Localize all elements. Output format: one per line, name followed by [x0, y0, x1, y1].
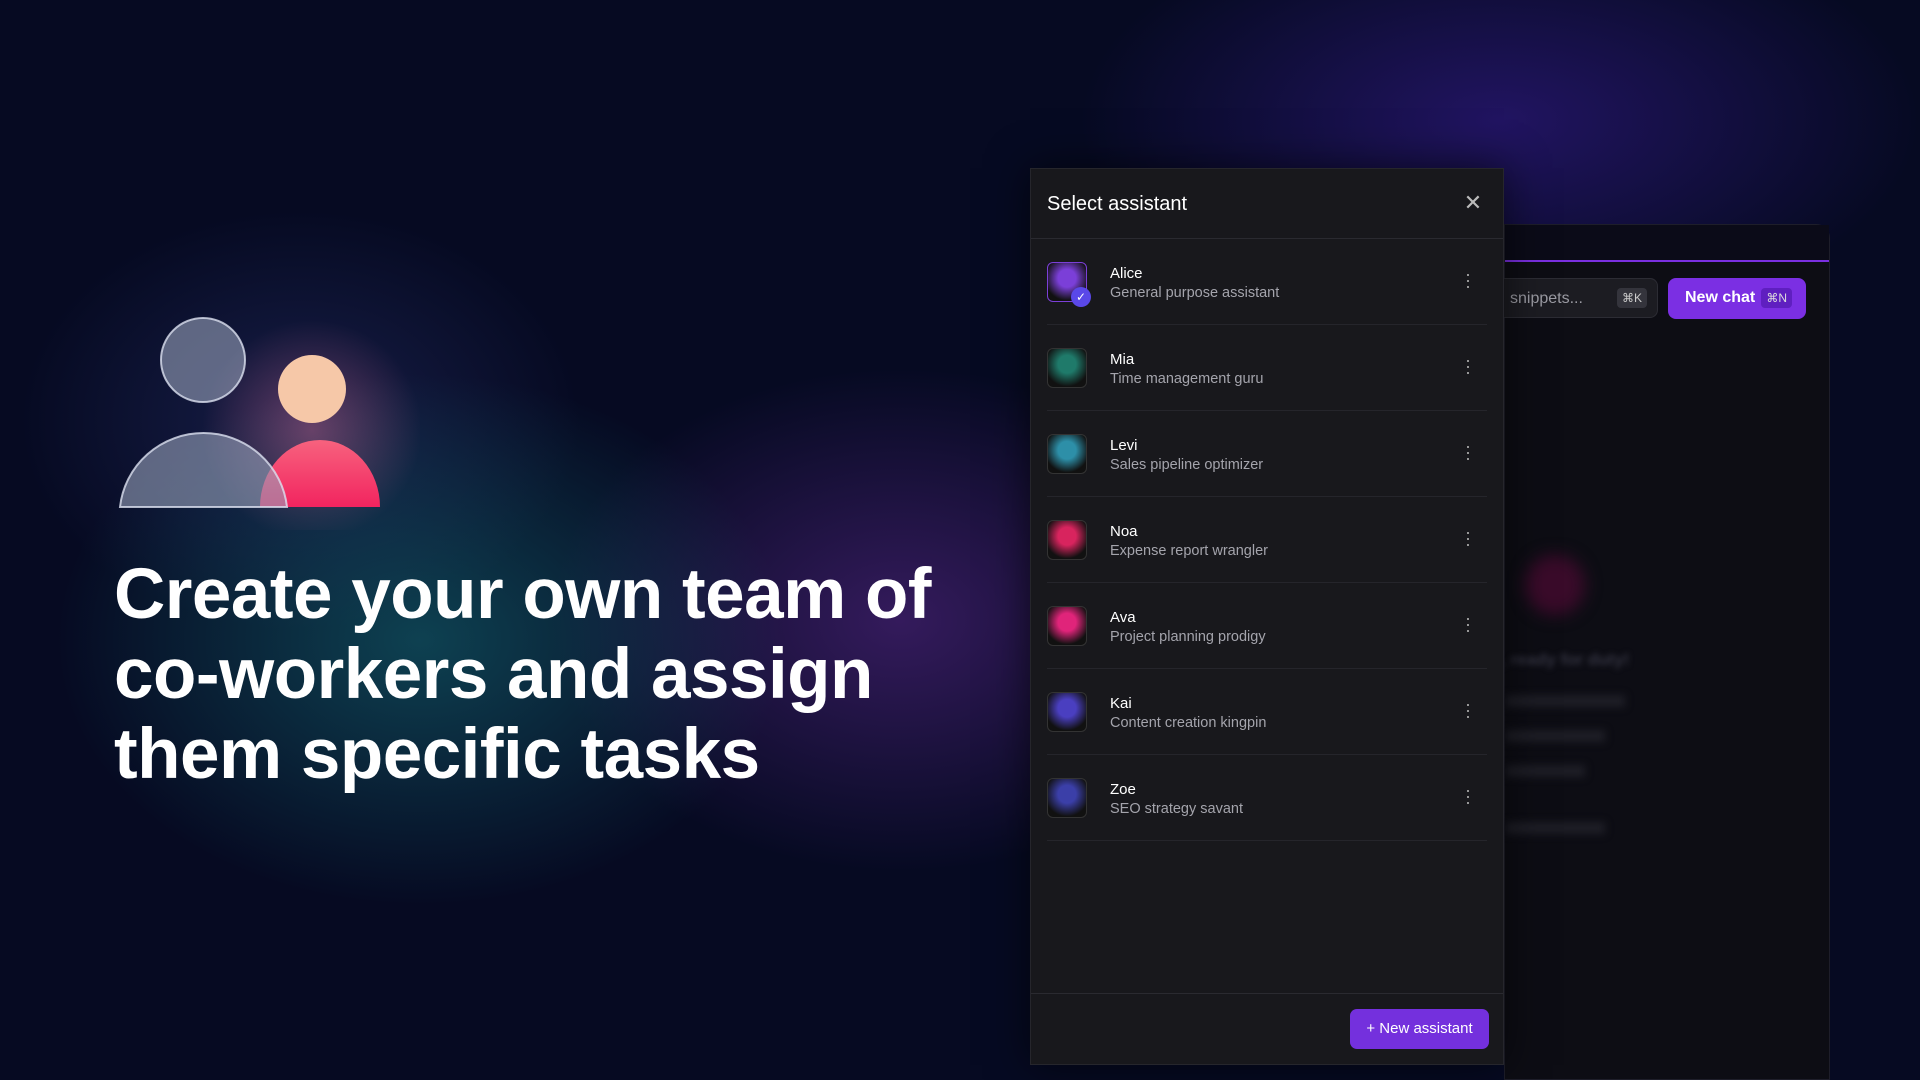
assistant-row-ava[interactable]: Ava Project planning prodigy · · · [1047, 583, 1487, 669]
close-icon[interactable]: ✕ [1461, 191, 1485, 215]
assistant-description: Expense report wrangler [1110, 543, 1268, 559]
assistant-name: Noa [1110, 523, 1138, 540]
assistant-row-zoe[interactable]: Zoe SEO strategy savant · · · [1047, 755, 1487, 841]
search-placeholder: snippets... [1510, 290, 1583, 307]
suggestion-2 [1505, 730, 1605, 742]
new-chat-shortcut: ⌘N [1761, 288, 1792, 308]
assistant-name: Ava [1110, 609, 1136, 626]
more-options-icon[interactable]: · · · [1463, 351, 1473, 381]
assistant-list: ✓ Alice General purpose assistant · · · Mia … [1031, 239, 1503, 841]
more-options-icon[interactable]: · · · [1463, 609, 1473, 639]
avatar [1047, 692, 1087, 732]
avatar [1047, 520, 1087, 560]
assistant-description: Content creation kingpin [1110, 715, 1267, 731]
assistant-row-mia[interactable]: Mia Time management guru · · · [1047, 325, 1487, 411]
avatar [1047, 606, 1087, 646]
search-input[interactable]: snippets... ⌘K [1495, 278, 1658, 318]
background-chat-window: snippets... ⌘K New chat ⌘N , ready for dut… [1495, 224, 1830, 1080]
suggestion-1 [1505, 695, 1625, 707]
assistant-name: Zoe [1110, 781, 1136, 798]
dialog-title: Select assistant [1047, 193, 1188, 215]
new-chat-button[interactable]: New chat ⌘N [1668, 278, 1806, 319]
assistant-row-levi[interactable]: Levi Sales pipeline optimizer · · · [1047, 411, 1487, 497]
more-options-icon[interactable]: · · · [1463, 265, 1473, 295]
assistant-description: Project planning prodigy [1110, 629, 1266, 645]
assistant-name: Kai [1110, 695, 1132, 712]
assistant-name: Mia [1110, 351, 1135, 368]
dialog-footer: + New assistant [1031, 993, 1503, 1064]
assistant-description: Sales pipeline optimizer [1110, 457, 1264, 473]
assistant-description: General purpose assistant [1110, 285, 1280, 301]
search-shortcut: ⌘K [1616, 288, 1647, 308]
assistant-row-alice[interactable]: ✓ Alice General purpose assistant · · · [1047, 239, 1487, 325]
assistant-row-noa[interactable]: Noa Expense report wrangler · · · [1047, 497, 1487, 583]
suggestion-3 [1505, 765, 1585, 777]
greeting-text: , ready for duty! [1501, 650, 1630, 669]
more-options-icon[interactable]: · · · [1463, 781, 1473, 811]
assistant-row-kai[interactable]: Kai Content creation kingpin · · · [1047, 669, 1487, 755]
avatar [1047, 434, 1087, 474]
avatar [1047, 348, 1087, 388]
suggestion-4 [1505, 822, 1605, 834]
select-assistant-dialog: Select assistant ✕ ✓ Alice General purpos… [1030, 168, 1504, 1065]
dialog-header: Select assistant ✕ [1031, 169, 1503, 239]
assistant-description: SEO strategy savant [1110, 801, 1243, 817]
window-titlebar [1505, 225, 1829, 262]
new-chat-label: New chat [1685, 289, 1756, 306]
assistant-name: Levi [1110, 437, 1138, 454]
selected-check-icon: ✓ [1071, 287, 1091, 307]
users-icon [118, 317, 420, 530]
more-options-icon[interactable]: · · · [1463, 523, 1473, 553]
hero-headline: Create your own team of co-workers and a… [114, 555, 932, 794]
assistant-name: Alice [1110, 265, 1143, 282]
more-options-icon[interactable]: · · · [1463, 695, 1473, 725]
more-options-icon[interactable]: · · · [1463, 437, 1473, 467]
avatar [1047, 778, 1087, 818]
assistant-avatar-blurred [1525, 555, 1585, 615]
new-assistant-button[interactable]: + New assistant [1350, 1009, 1489, 1049]
assistant-description: Time management guru [1110, 371, 1264, 387]
